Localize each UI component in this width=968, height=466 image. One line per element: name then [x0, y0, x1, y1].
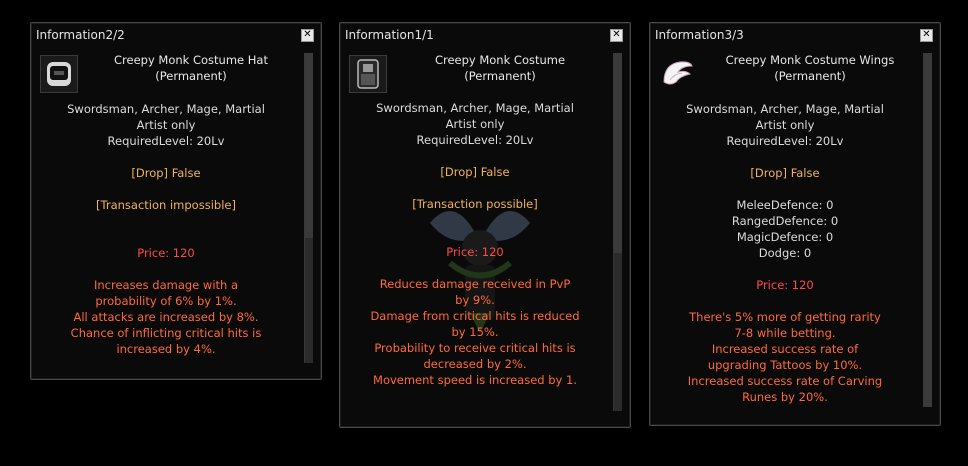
artist-restriction: Artist only [445, 117, 505, 131]
effect-line: There's 5% more of getting rarity [689, 310, 881, 324]
stat-dodge: Dodge: 0 [758, 246, 812, 260]
wings-icon [659, 55, 697, 93]
item-name-line1: Creepy Monk Costume Wings [725, 53, 895, 67]
window-title: Information3/3 [655, 28, 744, 42]
scrollbar-thumb[interactable] [614, 53, 622, 253]
effect-line: Probability to receive critical hits is [374, 341, 576, 355]
transaction-status: [Transaction possible] [412, 197, 538, 211]
window-title: Information1/1 [345, 28, 434, 42]
price: Price: 120 [137, 246, 195, 260]
item-info-window-hat: Information2/2 ✕ Creepy Monk Costume Hat… [30, 22, 322, 380]
costume-icon [349, 55, 387, 93]
close-icon[interactable]: ✕ [920, 29, 933, 42]
effect-line: Increased success rate of Carving [687, 374, 883, 388]
effect-line: 7-8 while betting. [734, 326, 836, 340]
item-name: Creepy Monk Costume (Permanent) [390, 52, 610, 84]
effect-line: probability of 6% by 1%. [95, 294, 237, 308]
price: Price: 120 [446, 245, 504, 259]
stat-ranged-defence: RangedDefence: 0 [731, 214, 839, 228]
effect-line: Damage from critical hits is reduced [370, 309, 580, 323]
hat-icon [40, 55, 78, 93]
effect-line: increased by 4%. [116, 342, 216, 356]
window-title: Information2/2 [36, 28, 125, 42]
close-icon[interactable]: ✕ [610, 29, 623, 42]
item-name-line1: Creepy Monk Costume [434, 53, 566, 67]
effect-line: Increases damage with a [93, 278, 239, 292]
scrollbar-thumb[interactable] [305, 53, 313, 238]
drop-status: [Drop] False [750, 166, 820, 180]
effect-line: by 9%. [455, 293, 495, 307]
scrollbar[interactable] [613, 53, 622, 411]
stat-magic-defence: MagicDefence: 0 [736, 230, 834, 244]
scrollbar[interactable] [304, 53, 313, 363]
window-titlebar[interactable]: Information2/2 ✕ [31, 23, 321, 47]
price: Price: 120 [756, 278, 814, 292]
effect-line: upgrading Tattoos by 10%. [707, 358, 863, 372]
effect-line: Reduces damage received in PvP [379, 277, 571, 291]
effect-line: Runes by 20%. [742, 390, 828, 404]
scrollbar[interactable] [923, 53, 932, 407]
effect-line: Movement speed is increased by 1. [373, 373, 577, 387]
scrollbar-thumb[interactable] [924, 53, 932, 407]
effect-line: All attacks are increased by 8%. [73, 310, 259, 324]
effect-line: Chance of inflicting critical hits is [70, 326, 262, 340]
effect-line: by 15%. [451, 325, 499, 339]
item-name-line2: (Permanent) [155, 69, 227, 83]
artist-restriction: Artist only [755, 118, 815, 132]
class-list: Swordsman, Archer, Mage, Martial [67, 102, 265, 116]
effect-line: Increased success rate of [711, 342, 859, 356]
item-name: Creepy Monk Costume Hat (Permanent) [81, 52, 301, 84]
required-level: RequiredLevel: 20Lv [726, 134, 844, 148]
window-titlebar[interactable]: Information1/1 ✕ [340, 23, 630, 47]
transaction-status: [Transaction impossible] [96, 198, 236, 212]
item-name-line2: (Permanent) [774, 69, 846, 83]
item-info-window-wings: Information3/3 ✕ Creepy Monk Costume Win… [649, 22, 941, 426]
item-name-line2: (Permanent) [464, 69, 536, 83]
close-icon[interactable]: ✕ [301, 29, 314, 42]
window-titlebar[interactable]: Information3/3 ✕ [650, 23, 940, 47]
artist-restriction: Artist only [136, 118, 196, 132]
class-list: Swordsman, Archer, Mage, Martial [376, 101, 574, 115]
effect-line: decreased by 2%. [423, 357, 527, 371]
item-name-line1: Creepy Monk Costume Hat [114, 53, 268, 67]
required-level: RequiredLevel: 20Lv [416, 133, 534, 147]
drop-status: [Drop] False [440, 165, 510, 179]
drop-status: [Drop] False [131, 166, 201, 180]
required-level: RequiredLevel: 20Lv [107, 134, 225, 148]
item-name: Creepy Monk Costume Wings (Permanent) [700, 52, 920, 84]
item-info-window-costume: Information1/1 ✕ Creepy Monk Costume (Pe… [339, 22, 631, 428]
stat-melee-defence: MeleeDefence: 0 [736, 198, 834, 212]
class-list: Swordsman, Archer, Mage, Martial [686, 102, 884, 116]
